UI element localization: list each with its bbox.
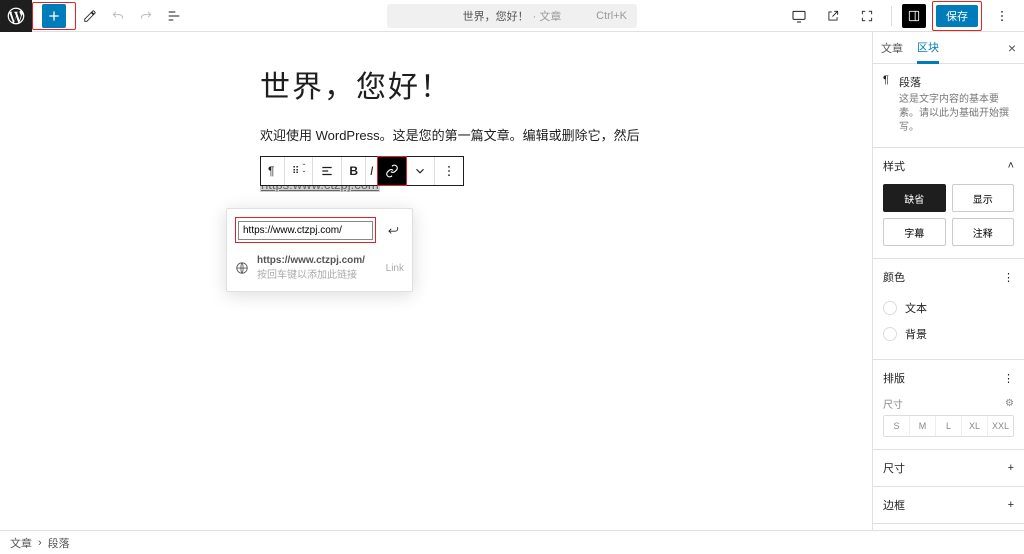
color-bg-row[interactable]: 背景: [883, 321, 1014, 347]
url-input[interactable]: [238, 221, 373, 240]
submit-link-icon[interactable]: [382, 219, 404, 241]
topbar-right: 保存: [785, 1, 1024, 31]
color-text-row[interactable]: 文本: [883, 295, 1014, 321]
style-default-button[interactable]: 缺省: [883, 184, 946, 212]
more-block-options-icon[interactable]: [435, 157, 463, 185]
redo-icon[interactable]: [134, 4, 158, 28]
editor-canvas[interactable]: 世界，您好！ 欢迎使用 WordPress。这是您的第一篇文章。编辑或删除它，然…: [0, 32, 872, 530]
block-type-icon[interactable]: ¶: [261, 157, 285, 185]
block-info: ¶ 段落 这是文字内容的基本要素。请以此为基础开始撰写。: [873, 64, 1024, 148]
section-color-head[interactable]: 颜色⋮: [873, 259, 1024, 295]
options-icon[interactable]: ⋮: [1003, 271, 1014, 284]
section-color: 颜色⋮ 文本 背景: [873, 259, 1024, 360]
block-name: 段落: [899, 74, 1014, 90]
size-settings-icon[interactable]: ⚙: [1005, 398, 1014, 409]
close-sidebar-icon[interactable]: ×: [1008, 40, 1016, 56]
chevron-down-icon[interactable]: [406, 157, 435, 185]
block-desc: 这是文字内容的基本要素。请以此为基础开始撰写。: [899, 93, 1014, 135]
topbar-left: [0, 0, 188, 31]
tab-post[interactable]: 文章: [881, 34, 903, 62]
edit-mode-icon[interactable]: [78, 4, 102, 28]
save-highlight: 保存: [932, 1, 982, 31]
text-swatch: [883, 301, 897, 315]
add-block-button[interactable]: [42, 4, 66, 28]
link-suggestion[interactable]: https://www.ctzpj.com/ 按回车键以添加此链接 Link: [235, 255, 404, 281]
bg-swatch: [883, 327, 897, 341]
block-toolbar: ¶ ⠿ ˆˇ B I: [260, 156, 464, 186]
tab-block[interactable]: 区块: [917, 33, 939, 64]
chevron-up-icon: ˄: [1008, 160, 1014, 172]
url-input-highlight: [235, 217, 376, 243]
more-options-icon[interactable]: [990, 4, 1014, 28]
settings-toggle-icon[interactable]: [902, 4, 926, 28]
breadcrumb-post[interactable]: 文章: [10, 535, 32, 551]
post-title[interactable]: 世界，您好！: [260, 62, 750, 106]
section-style: 样式˄ 缺省 显示 字幕 注释: [873, 148, 1024, 259]
options-icon[interactable]: ⋮: [1003, 372, 1014, 385]
style-dropcap-button[interactable]: 字幕: [883, 218, 946, 246]
doc-title-text: 世界，您好！: [463, 8, 529, 24]
size-s[interactable]: S: [884, 416, 910, 436]
view-desktop-icon[interactable]: [787, 4, 811, 28]
plus-icon[interactable]: +: [1008, 499, 1014, 511]
link-button[interactable]: [377, 156, 407, 186]
section-style-head[interactable]: 样式˄: [873, 148, 1024, 184]
topbar: 世界，您好！ · 文章 Ctrl+K 保存: [0, 0, 1024, 32]
section-dim-head[interactable]: 尺寸+: [873, 450, 1024, 486]
breadcrumb-sep: ›: [38, 537, 42, 549]
size-m[interactable]: M: [910, 416, 936, 436]
style-note-button[interactable]: 注释: [952, 218, 1015, 246]
size-xl[interactable]: XL: [962, 416, 988, 436]
size-xxl[interactable]: XXL: [988, 416, 1013, 436]
preview-icon[interactable]: [821, 4, 845, 28]
separator: [891, 6, 892, 26]
globe-icon: [235, 261, 249, 275]
sidebar-tabs: 文章 区块 ×: [873, 32, 1024, 64]
drag-handle-icon[interactable]: ⠿ ˆˇ: [285, 157, 313, 185]
settings-sidebar: 文章 区块 × ¶ 段落 这是文字内容的基本要素。请以此为基础开始撰写。 样式˄…: [872, 32, 1024, 530]
plus-icon[interactable]: +: [1008, 462, 1014, 474]
section-dimensions: 尺寸+: [873, 450, 1024, 487]
breadcrumb-block[interactable]: 段落: [48, 535, 70, 551]
save-button[interactable]: 保存: [936, 5, 978, 27]
suggestion-tag: Link: [386, 263, 404, 274]
suggestion-url: https://www.ctzpj.com/: [257, 255, 365, 266]
section-border: 边框+: [873, 487, 1024, 524]
fullscreen-icon[interactable]: [855, 4, 879, 28]
size-l[interactable]: L: [936, 416, 962, 436]
document-outline-icon[interactable]: [162, 4, 186, 28]
bold-button[interactable]: B: [342, 157, 366, 185]
size-options: S M L XL XXL: [883, 415, 1014, 437]
wordpress-logo[interactable]: [0, 0, 32, 32]
link-popover: https://www.ctzpj.com/ 按回车键以添加此链接 Link: [226, 208, 413, 292]
main-area: 世界，您好！ 欢迎使用 WordPress。这是您的第一篇文章。编辑或删除它，然…: [0, 32, 1024, 530]
document-title-bar[interactable]: 世界，您好！ · 文章 Ctrl+K: [387, 4, 637, 28]
undo-icon[interactable]: [106, 4, 130, 28]
doc-shortcut: Ctrl+K: [596, 10, 627, 22]
style-display-button[interactable]: 显示: [952, 184, 1015, 212]
suggestion-hint: 按回车键以添加此链接: [257, 266, 365, 281]
paragraph-text: 欢迎使用 WordPress。这是您的第一篇文章。编辑或删除它，然后: [260, 128, 640, 143]
breadcrumb: 文章 › 段落: [0, 530, 1024, 554]
align-icon[interactable]: [313, 157, 342, 185]
section-typo: 排版⋮ 尺寸 ⚙ S M L XL XXL: [873, 360, 1024, 450]
paragraph-icon: ¶: [883, 74, 891, 86]
add-block-highlight: [32, 2, 76, 30]
section-border-head[interactable]: 边框+: [873, 487, 1024, 523]
doc-type-text: · 文章: [533, 8, 562, 24]
section-typo-head[interactable]: 排版⋮: [873, 360, 1024, 396]
size-label: 尺寸: [883, 396, 903, 411]
